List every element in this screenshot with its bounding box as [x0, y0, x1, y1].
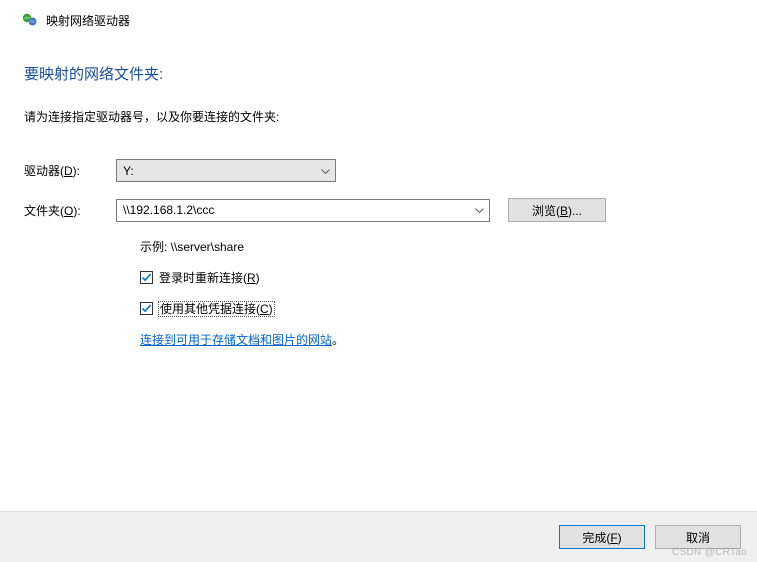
website-link[interactable]: 连接到可用于存储文档和图片的网站: [140, 331, 332, 348]
titlebar: 映射网络驱动器: [0, 0, 757, 37]
window-title: 映射网络驱动器: [46, 12, 130, 29]
reconnect-row: 登录时重新连接(R): [24, 269, 733, 286]
other-creds-checkbox[interactable]: [140, 302, 153, 315]
folder-combobox-value: \\192.168.1.2\ccc: [123, 203, 214, 217]
drive-row: 驱动器(D): Y:: [24, 159, 733, 182]
folder-combobox[interactable]: \\192.168.1.2\ccc: [116, 199, 490, 222]
chevron-down-icon: [321, 164, 330, 178]
cancel-button[interactable]: 取消: [655, 525, 741, 549]
reconnect-label: 登录时重新连接(R): [159, 269, 260, 286]
example-row: 示例: \\server\share: [24, 238, 733, 255]
finish-button[interactable]: 完成(F): [559, 525, 645, 549]
period: 。: [332, 331, 344, 348]
folder-label: 文件夹(O):: [24, 202, 116, 219]
browse-button[interactable]: 浏览(B)...: [508, 198, 606, 222]
drive-select[interactable]: Y:: [116, 159, 336, 182]
other-creds-label: 使用其他凭据连接(C): [159, 300, 274, 317]
instruction-text: 请为连接指定驱动器号，以及你要连接的文件夹:: [24, 108, 733, 125]
folder-row: 文件夹(O): \\192.168.1.2\ccc 浏览(B)...: [24, 198, 733, 222]
other-creds-row: 使用其他凭据连接(C): [24, 300, 733, 317]
content-area: 要映射的网络文件夹: 请为连接指定驱动器号，以及你要连接的文件夹: 驱动器(D)…: [0, 37, 757, 348]
drive-label: 驱动器(D):: [24, 162, 116, 179]
example-text: 示例: \\server\share: [140, 238, 244, 255]
page-title: 要映射的网络文件夹:: [24, 63, 733, 84]
reconnect-checkbox[interactable]: [140, 271, 153, 284]
network-drive-icon: [20, 10, 38, 31]
chevron-down-icon: [475, 203, 484, 217]
drive-select-value: Y:: [123, 164, 134, 178]
footer: 完成(F) 取消: [0, 512, 757, 562]
link-row: 连接到可用于存储文档和图片的网站。: [24, 331, 733, 348]
